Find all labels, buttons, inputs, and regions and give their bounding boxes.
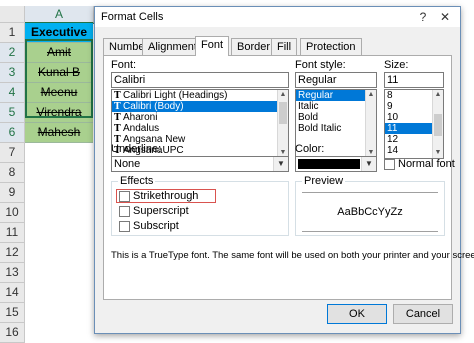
chevron-down-icon[interactable]: ▼ <box>361 157 376 171</box>
list-item-label: Calibri (Body) <box>123 101 184 112</box>
list-item[interactable]: T Aharoni <box>112 112 288 123</box>
tab-protection[interactable]: Protection <box>300 38 362 55</box>
style-list-scrollbar[interactable]: ▲ ▼ <box>365 90 376 158</box>
name-cell[interactable]: Mahesh <box>25 123 93 143</box>
scroll-down-arrow-icon[interactable]: ▼ <box>433 148 443 158</box>
preview-title: Preview <box>302 175 346 187</box>
row-header[interactable]: 16 <box>0 323 25 343</box>
superscript-checkbox[interactable] <box>119 206 130 217</box>
list-item-label: 8 <box>387 90 393 101</box>
list-item-label: Bold <box>298 112 319 123</box>
chevron-down-icon[interactable]: ▼ <box>273 157 288 171</box>
font-tab-panel: Font: Calibri T Calibri Light (Headings) T… <box>103 55 474 300</box>
list-item[interactable]: Regular <box>296 90 376 101</box>
row-header[interactable]: 8 <box>0 163 25 183</box>
truetype-info-text: This is a TrueType font. The same font w… <box>111 250 474 261</box>
normal-font-label: Normal font <box>398 158 455 170</box>
preview-box: AaBbCcYyZz <box>302 192 438 232</box>
tab-fill[interactable]: Fill <box>271 38 298 55</box>
row-header[interactable]: 14 <box>0 283 25 303</box>
color-select[interactable]: ▼ <box>295 156 377 172</box>
font-label: Font: <box>111 59 137 71</box>
ok-button[interactable]: OK <box>327 304 387 324</box>
column-header-a[interactable]: A <box>25 6 94 24</box>
list-item-label: Regular <box>298 90 334 101</box>
color-swatch <box>298 159 360 169</box>
row-header[interactable]: 2 <box>0 43 25 63</box>
cancel-button[interactable]: Cancel <box>393 304 453 324</box>
size-list-scrollbar[interactable]: ▲ ▼ <box>432 90 443 158</box>
font-name-input[interactable]: Calibri <box>111 72 289 88</box>
list-item-label: Bold Italic <box>298 123 342 134</box>
list-item-label: Italic <box>298 101 319 112</box>
scroll-thumb[interactable] <box>279 102 287 124</box>
dialog-titlebar: Format Cells ? ✕ <box>95 7 460 27</box>
strikethrough-checkbox[interactable] <box>119 191 130 202</box>
superscript-label: Superscript <box>133 205 189 217</box>
normal-font-checkbox[interactable] <box>384 159 395 170</box>
strikethrough-label: Strikethrough <box>133 190 199 202</box>
preview-group: Preview AaBbCcYyZz <box>295 175 445 236</box>
list-item-label: Aharoni <box>123 112 158 123</box>
size-label: Size: <box>384 59 409 71</box>
row-header[interactable]: 3 <box>0 63 25 83</box>
format-cells-dialog: Format Cells ? ✕ Number Alignment Font B… <box>94 6 474 334</box>
underline-select[interactable]: None ▼ <box>111 156 289 172</box>
font-style-input[interactable]: Regular <box>295 72 377 88</box>
list-item[interactable]: Bold Italic <box>296 123 376 134</box>
list-item-label: Andalus <box>123 123 160 134</box>
list-item-label: 11 <box>387 123 398 134</box>
row-header[interactable]: 12 <box>0 243 25 263</box>
tab-font[interactable]: Font <box>195 36 230 56</box>
dialog-title: Format Cells <box>101 11 164 23</box>
preview-sample: AaBbCcYyZz <box>337 206 403 218</box>
row-header[interactable]: 7 <box>0 143 25 163</box>
list-item-label: 14 <box>387 145 399 156</box>
list-item[interactable]: Bold <box>296 112 376 123</box>
underline-label: Underline: <box>111 143 162 155</box>
list-item[interactable]: T Calibri Light (Headings) <box>112 90 288 101</box>
list-item[interactable]: T Andalus <box>112 123 288 134</box>
font-style-label: Font style: <box>295 59 346 71</box>
row-header[interactable]: 10 <box>0 203 25 223</box>
row-header[interactable]: 5 <box>0 103 25 123</box>
effects-title: Effects <box>118 175 156 187</box>
close-button[interactable]: ✕ <box>436 9 454 25</box>
selection-range <box>25 39 93 118</box>
effects-group: Effects Strikethrough Superscript Subscr… <box>111 175 289 236</box>
font-list-scrollbar[interactable]: ▲ ▼ <box>277 90 288 158</box>
scroll-thumb[interactable] <box>434 114 442 136</box>
subscript-label: Subscript <box>133 220 179 232</box>
subscript-checkbox[interactable] <box>119 221 130 232</box>
scroll-up-arrow-icon[interactable]: ▲ <box>278 90 288 100</box>
select-all-corner[interactable] <box>0 6 25 23</box>
list-item-label: 10 <box>387 112 399 123</box>
tab-alignment[interactable]: Alignment <box>142 38 203 55</box>
scroll-up-arrow-icon[interactable]: ▲ <box>433 90 443 100</box>
list-item[interactable]: Italic <box>296 101 376 112</box>
row-header[interactable]: 4 <box>0 83 25 103</box>
list-item-label: 9 <box>387 101 393 112</box>
size-list[interactable]: 8 9 10 11 12 14 ▲ ▼ <box>384 89 444 159</box>
list-item-label: 12 <box>387 134 399 145</box>
help-button[interactable]: ? <box>414 9 432 25</box>
color-label: Color: <box>295 143 325 155</box>
row-header[interactable]: 1 <box>0 23 25 43</box>
row-header[interactable]: 11 <box>0 223 25 243</box>
list-item[interactable]: T Calibri (Body) <box>112 101 288 112</box>
size-input[interactable]: 11 <box>384 72 444 88</box>
list-item-label: Calibri Light (Headings) <box>123 90 228 101</box>
underline-value: None <box>114 158 141 170</box>
row-header[interactable]: 6 <box>0 123 25 143</box>
row-header[interactable]: 15 <box>0 303 25 323</box>
scroll-up-arrow-icon[interactable]: ▲ <box>366 90 376 100</box>
row-header[interactable]: 9 <box>0 183 25 203</box>
tab-border[interactable]: Border <box>231 38 277 55</box>
row-header[interactable]: 13 <box>0 263 25 283</box>
